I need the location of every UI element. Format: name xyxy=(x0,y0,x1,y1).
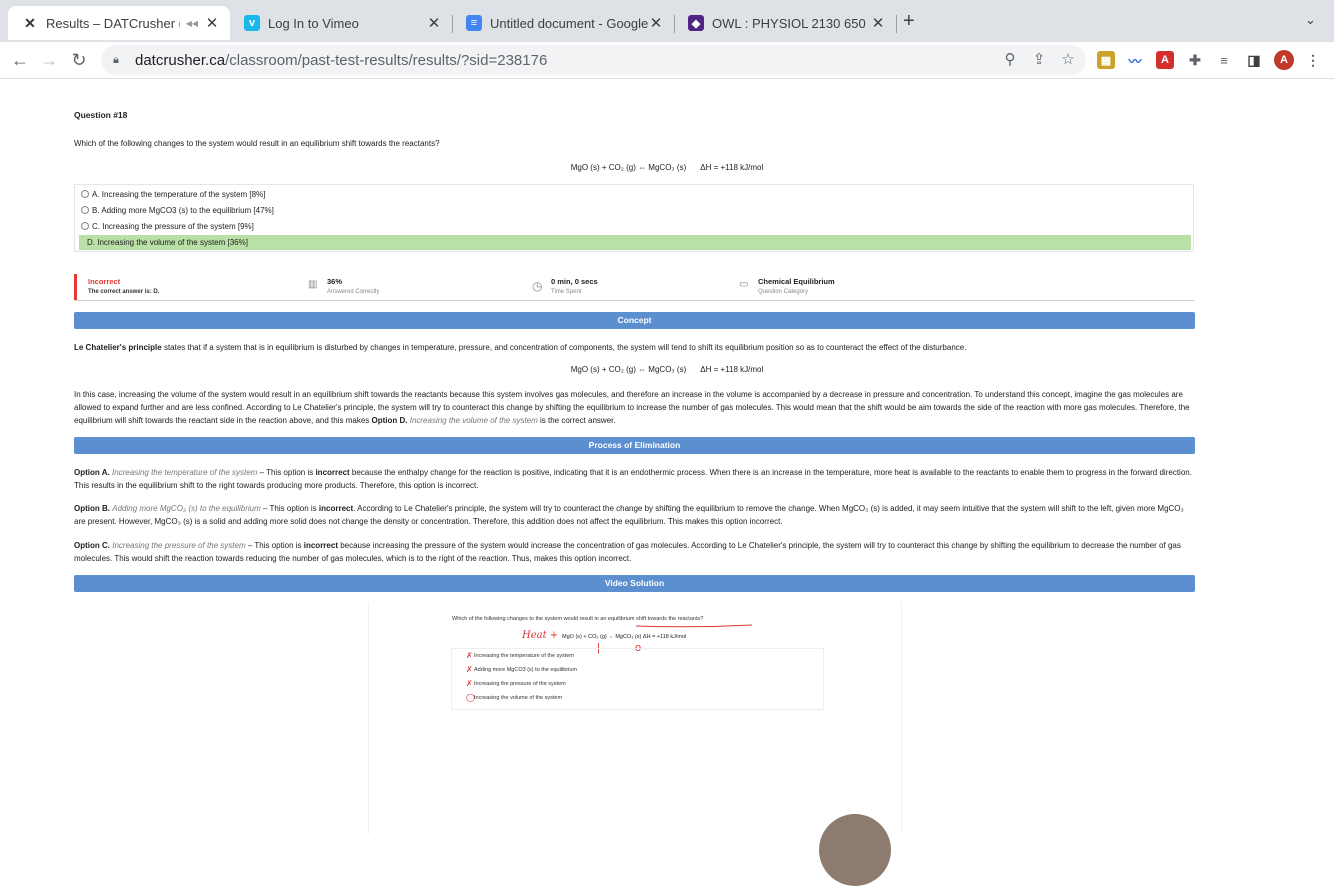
cross-mark-icon: ✗ xyxy=(466,665,473,674)
presenter-avatar xyxy=(819,814,891,886)
percent-correct: ▥ 36% Answered Correctly xyxy=(308,277,380,295)
browser-toolbar: ← → ↻ 🔒︎ datcrusher.ca/classroom/past-te… xyxy=(0,42,1334,79)
result-status: Incorrect The correct answer is: D. xyxy=(88,277,160,295)
result-stats: Incorrect The correct answer is: D. ▥ 36… xyxy=(74,274,1194,301)
tab-search-chevron-icon[interactable]: ⌄ xyxy=(1305,12,1316,28)
owl-icon: ◆ xyxy=(688,15,704,31)
answer-option-d[interactable]: D. Increasing the volume of the system [… xyxy=(79,235,1191,250)
reaction-equation: MgO (s) + CO₂ (g) ⇔ MgCO₃ (s) ΔH = +118 k… xyxy=(570,163,764,172)
reading-list-icon[interactable]: ≡ xyxy=(1215,51,1233,69)
heat-annotation: Heat + xyxy=(522,630,559,641)
new-tab-button[interactable]: + xyxy=(903,10,915,33)
cross-mark-icon: ✗ xyxy=(466,651,473,660)
tab-datcrusher[interactable]: ✕ Results – DATCrusher (Can ◀◀ ✕ xyxy=(8,6,230,40)
close-icon[interactable]: ✕ xyxy=(648,14,664,32)
tab-strip: ✕ Results – DATCrusher (Can ◀◀ ✕ v Log I… xyxy=(0,0,1334,42)
calendar-icon: ▭ xyxy=(739,279,749,290)
concept-paragraph-2: In this case, increasing the volume of t… xyxy=(74,390,1190,425)
bookmark-star-icon[interactable]: ☆ xyxy=(1058,50,1078,68)
video-option: Adding more MgCO3 (s) to the equilibrium xyxy=(474,667,578,673)
menu-kebab-icon[interactable]: ⋮ xyxy=(1304,51,1322,69)
url-text[interactable]: datcrusher.ca/classroom/past-test-result… xyxy=(135,52,547,69)
forward-arrow-icon[interactable]: → xyxy=(37,48,61,72)
extension-wave-icon[interactable]: 〰 xyxy=(1126,51,1144,69)
extension-pdf-icon[interactable]: A xyxy=(1156,51,1174,69)
option-a-explanation: Option A. Increasing the temperature of … xyxy=(74,468,1192,490)
extension-calculator-icon[interactable]: ▦ xyxy=(1097,51,1115,69)
incorrect-indicator xyxy=(74,274,77,300)
answer-option-c[interactable]: C. Increasing the pressure of the system… xyxy=(79,219,1191,234)
audio-icon[interactable]: ◀◀ xyxy=(186,19,198,28)
question-number: Question #18 xyxy=(74,110,128,120)
video-solution-heading: Video Solution xyxy=(74,575,1195,592)
back-arrow-icon[interactable]: ← xyxy=(8,48,32,72)
share-icon[interactable]: ⇪ xyxy=(1029,50,1049,68)
video-equation: MgO (s) + CO₂ (g) ⇔ MgCO₃ (s) ΔH = +118 … xyxy=(562,634,687,640)
google-docs-icon: ≡ xyxy=(466,15,482,31)
concept-equation: MgO (s) + CO₂ (g) ⇔ MgCO₃ (s) ΔH = +118 k… xyxy=(570,365,764,374)
concept-paragraph-1: Le Chatelier's principle states that if … xyxy=(74,343,967,352)
bar-chart-icon: ▥ xyxy=(308,279,318,290)
video-option: Increasing the temperature of the system xyxy=(474,653,574,659)
tab-title: Results – DATCrusher (Can xyxy=(46,15,180,31)
video-option: Increasing the pressure of the system xyxy=(474,681,566,687)
cross-mark-icon: ✗ xyxy=(466,679,473,688)
close-icon[interactable]: ✕ xyxy=(426,14,442,32)
reload-icon[interactable]: ↻ xyxy=(67,48,91,72)
video-option: Increasing the volume of the system xyxy=(474,695,563,701)
question-category: ▭ Chemical Equilibrium Question Category xyxy=(739,277,835,295)
tab-title: Log In to Vimeo xyxy=(268,15,359,31)
option-c-explanation: Option C. Increasing the pressure of the… xyxy=(74,541,1181,563)
tab-vimeo[interactable]: v Log In to Vimeo ✕ xyxy=(230,6,453,40)
side-panel-icon[interactable]: ◨ xyxy=(1245,51,1263,69)
radio-icon xyxy=(81,190,89,198)
option-b-explanation: Option B. Adding more MgCO₃ (s) to the e… xyxy=(74,504,1184,526)
video-question-text: Which of the following changes to the sy… xyxy=(452,616,704,622)
close-icon[interactable]: ✕ xyxy=(204,14,220,32)
video-options-box: ✗ Increasing the temperature of the syst… xyxy=(451,648,824,710)
tab-title: Untitled document - Google D xyxy=(490,15,648,31)
extensions-puzzle-icon[interactable]: ✚ xyxy=(1186,51,1204,69)
tab-google-docs[interactable]: ≡ Untitled document - Google D ✕ xyxy=(452,6,675,40)
radio-icon xyxy=(81,222,89,230)
tab-owl[interactable]: ◆ OWL : PHYSIOL 2130 650 SU2 ✕ xyxy=(674,6,897,40)
vimeo-icon: v xyxy=(244,15,260,31)
address-bar[interactable]: 🔒︎ datcrusher.ca/classroom/past-test-res… xyxy=(101,45,1086,75)
page-content: Question #18 Which of the following chan… xyxy=(0,79,1334,886)
clock-icon: ◷ xyxy=(532,279,543,293)
profile-avatar[interactable]: A xyxy=(1274,50,1294,70)
video-player[interactable]: Which of the following changes to the sy… xyxy=(368,602,902,886)
elimination-heading: Process of Elimination xyxy=(74,437,1195,454)
close-icon[interactable]: ✕ xyxy=(870,14,886,32)
underline-annotation xyxy=(635,624,753,628)
time-spent: ◷ 0 min, 0 secs Time Spent xyxy=(532,277,598,295)
answer-options: A. Increasing the temperature of the sys… xyxy=(74,184,1194,252)
lock-icon: 🔒︎ xyxy=(113,54,119,66)
answer-option-b[interactable]: B. Adding more MgCO3 (s) to the equilibr… xyxy=(79,203,1191,218)
tab-title: OWL : PHYSIOL 2130 650 SU2 xyxy=(712,15,870,31)
radio-icon xyxy=(81,206,89,214)
datcrusher-icon: ✕ xyxy=(24,14,36,31)
concept-heading: Concept xyxy=(74,312,1195,329)
question-text: Which of the following changes to the sy… xyxy=(74,139,440,148)
zoom-icon[interactable]: ⚲ xyxy=(1000,50,1020,68)
answer-option-a[interactable]: A. Increasing the temperature of the sys… xyxy=(79,187,1191,202)
